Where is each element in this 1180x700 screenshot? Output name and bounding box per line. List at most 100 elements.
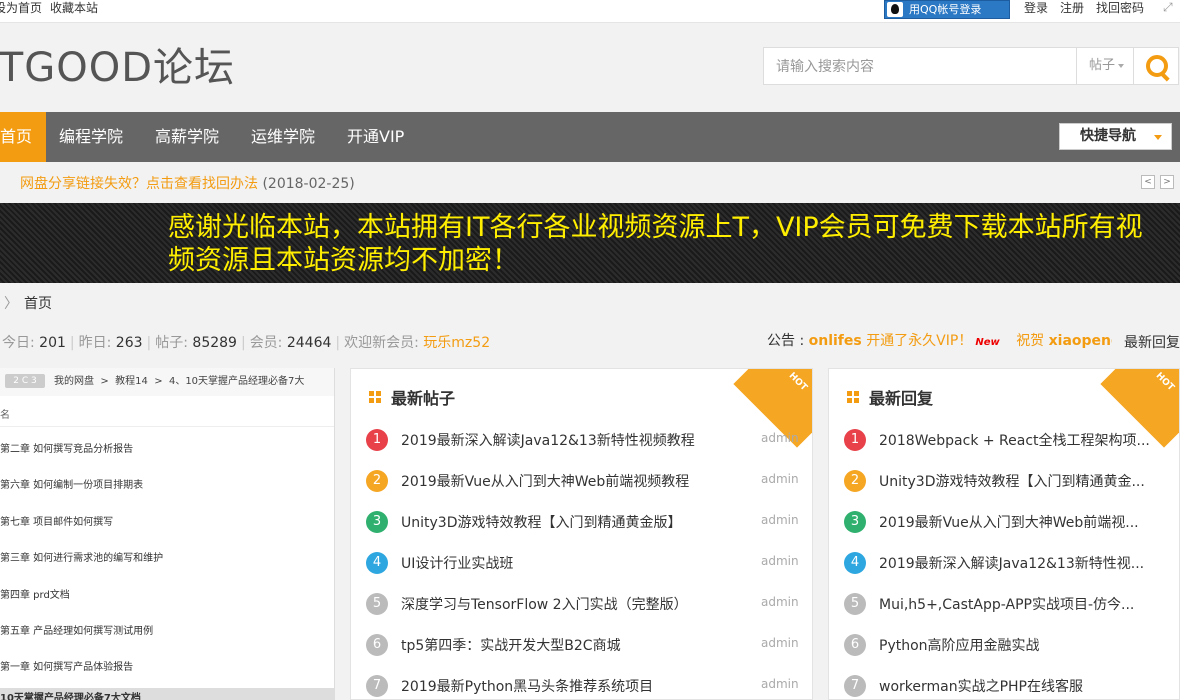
grid-icon: [847, 391, 859, 403]
latest-reply-tab[interactable]: 最新回复: [1124, 332, 1180, 352]
banner-text: 感谢光临本站，本站拥有IT各行各业视频资源上T，VIP会员可免费下载本站所有视频…: [168, 212, 1143, 276]
post-row[interactable]: 3 2019最新Vue从入门到大神Web前端视...: [844, 506, 1164, 536]
new-badge: New: [975, 337, 1000, 348]
post-title-link[interactable]: Python高阶应用金融实战: [879, 635, 1154, 655]
post-row[interactable]: 2 Unity3D游戏特效教程【入门到精通黄金...: [844, 465, 1164, 495]
stat-posts-label: 帖子:: [155, 335, 188, 351]
nav-item-high-salary[interactable]: 高薪学院: [155, 112, 219, 162]
post-row[interactable]: 5 深度学习与TensorFlow 2入门实战（完整版） admin: [366, 588, 806, 618]
post-title-link[interactable]: workerman实战之PHP在线客服: [879, 676, 1154, 696]
netdisk-screenshot[interactable]: 2 C 3 我的网盘 > 教程14 > 4、10天掌握产品经理必备7大 名 第二…: [0, 368, 335, 700]
search-type-select[interactable]: 帖子: [1076, 48, 1132, 84]
post-row[interactable]: 7 2019最新Python黑马头条推荐系统项目 admin: [366, 670, 806, 699]
breadcrumb: 〉首页: [4, 293, 52, 313]
top-bar-left: 设为首页 收藏本站: [0, 0, 106, 16]
post-title-link[interactable]: 2019最新Vue从入门到大神Web前端视...: [879, 512, 1154, 532]
slider-control[interactable]: 2 C 3: [5, 374, 45, 388]
welcome-banner[interactable]: 感谢光临本站，本站拥有IT各行各业视频资源上T，VIP会员可免费下载本站所有视频…: [0, 203, 1180, 283]
post-row[interactable]: 2 2019最新Vue从入门到大神Web前端视频教程 admin: [366, 465, 806, 495]
post-title-link[interactable]: 2018Webpack + React全栈工程架构项...: [879, 430, 1154, 450]
qq-login-button[interactable]: 用QQ帐号登录: [884, 0, 1010, 19]
notice-link[interactable]: 网盘分享链接失效？点击查看找回办法 (2018-02-25): [20, 173, 355, 193]
file-row: 10天掌握产品经理必备7大文档: [0, 693, 141, 700]
nav-item-vip[interactable]: 开通VIP: [347, 112, 404, 162]
stat-yesterday-label: 昨日:: [78, 335, 112, 351]
post-title-link[interactable]: 2019最新Python黑马头条推荐系统项目: [401, 676, 756, 696]
quick-nav-label: 快捷导航: [1080, 128, 1136, 144]
login-link[interactable]: 登录: [1024, 1, 1048, 15]
announcement-text2: 祝贺: [1016, 333, 1045, 349]
search-input[interactable]: [764, 48, 1090, 86]
rank-badge: 1: [844, 429, 866, 451]
nav-item-programming[interactable]: 编程学院: [59, 112, 123, 162]
rank-badge: 2: [844, 470, 866, 492]
nav-item-ops[interactable]: 运维学院: [251, 112, 315, 162]
next-notice-button[interactable]: >: [1160, 175, 1174, 189]
divider: |: [335, 335, 341, 351]
post-title-link[interactable]: UI设计行业实战班: [401, 553, 756, 573]
post-title-link[interactable]: Mui,h5+,CastApp-APP实战项目-仿今...: [879, 594, 1154, 614]
netdisk-toolbar: 2 C 3 我的网盘 > 教程14 > 4、10天掌握产品经理必备7大: [0, 368, 334, 396]
post-row[interactable]: 5 Mui,h5+,CastApp-APP实战项目-仿今...: [844, 588, 1164, 618]
post-row[interactable]: 6 tp5第四季：实战开发大型B2C商城 admin: [366, 629, 806, 659]
chevron-down-icon: [1154, 135, 1162, 140]
post-author[interactable]: admin: [761, 595, 799, 609]
post-author[interactable]: admin: [761, 513, 799, 527]
file-row: 第二章 如何撰写竞品分析报告: [0, 444, 134, 455]
stat-posts: 85289: [192, 335, 237, 351]
path-segment: 4、10天掌握产品经理必备7大: [168, 376, 305, 387]
post-row[interactable]: 7 workerman实战之PHP在线客服: [844, 670, 1164, 699]
find-password-link[interactable]: 找回密码: [1096, 1, 1144, 15]
post-row[interactable]: 4 UI设计行业实战班 admin: [366, 547, 806, 577]
post-row[interactable]: 6 Python高阶应用金融实战: [844, 629, 1164, 659]
rank-badge: 4: [366, 552, 388, 574]
stat-today-label: 今日:: [2, 335, 35, 351]
prev-notice-button[interactable]: <: [1141, 175, 1155, 189]
nav-item-home[interactable]: 首页: [0, 112, 47, 162]
column-header: 名: [0, 410, 10, 421]
rank-badge: 4: [844, 552, 866, 574]
post-title-link[interactable]: 2019最新深入解读Java12&13新特性视...: [879, 553, 1154, 573]
post-author[interactable]: admin: [761, 677, 799, 691]
post-row[interactable]: 1 2019最新深入解读Java12&13新特性视频教程 admin: [366, 424, 806, 454]
post-title-link[interactable]: 2019最新深入解读Java12&13新特性视频教程: [401, 430, 756, 450]
qq-penguin-icon: [887, 2, 903, 17]
post-row[interactable]: 1 2018Webpack + React全栈工程架构项...: [844, 424, 1164, 454]
post-author[interactable]: admin: [761, 431, 799, 445]
rank-badge: 5: [844, 593, 866, 615]
announcement-user1[interactable]: onlifes: [809, 333, 862, 349]
netdisk-path: 我的网盘 > 教程14 > 4、10天掌握产品经理必备7大: [54, 368, 304, 396]
announcement-user2[interactable]: xiaopeng: [1049, 333, 1112, 349]
favorite-link[interactable]: 收藏本站: [50, 1, 98, 15]
file-row: 第七章 项目邮件如何撰写: [0, 517, 114, 528]
post-row[interactable]: 3 Unity3D游戏特效教程【入门到精通黄金版】 admin: [366, 506, 806, 536]
divider: [0, 426, 334, 427]
post-title-link[interactable]: tp5第四季：实战开发大型B2C商城: [401, 635, 756, 655]
file-row: 第三章 如何进行需求池的编写和维护: [0, 553, 164, 564]
fullscreen-icon[interactable]: ⤢: [1163, 0, 1177, 14]
post-title-link[interactable]: 深度学习与TensorFlow 2入门实战（完整版）: [401, 594, 756, 614]
post-title-link[interactable]: 2019最新Vue从入门到大神Web前端视频教程: [401, 471, 756, 491]
rank-badge: 3: [366, 511, 388, 533]
site-logo[interactable]: ITGOOD论坛: [0, 44, 235, 92]
post-row[interactable]: 4 2019最新深入解读Java12&13新特性视...: [844, 547, 1164, 577]
new-member-link[interactable]: 玩乐mz52: [423, 335, 490, 351]
breadcrumb-home[interactable]: 首页: [24, 296, 52, 312]
post-title-link[interactable]: Unity3D游戏特效教程【入门到精通黄金...: [879, 471, 1154, 491]
post-author[interactable]: admin: [761, 472, 799, 486]
new-posts-panel: 最新帖子 HOT 1 2019最新深入解读Java12&13新特性视频教程 admi…: [350, 368, 813, 700]
post-author[interactable]: admin: [761, 636, 799, 650]
file-row: 第四章 prd文档: [0, 590, 70, 601]
set-home-link[interactable]: 设为首页: [0, 1, 42, 15]
rank-badge: 6: [844, 634, 866, 656]
rank-badge: 1: [366, 429, 388, 451]
post-author[interactable]: admin: [761, 554, 799, 568]
register-link[interactable]: 注册: [1060, 1, 1084, 15]
stat-yesterday: 263: [115, 335, 143, 351]
search-button[interactable]: [1133, 48, 1180, 84]
forum-stats: 今日: 201 | 昨日: 263 | 帖子: 85289 | 会员: 24464 | 欢迎新会…: [2, 332, 490, 352]
quick-nav-button[interactable]: 快捷导航: [1059, 123, 1172, 150]
file-row: 第一章 如何撰写产品体验报告: [0, 662, 134, 673]
post-title-link[interactable]: Unity3D游戏特效教程【入门到精通黄金版】: [401, 512, 756, 532]
rank-badge: 5: [366, 593, 388, 615]
